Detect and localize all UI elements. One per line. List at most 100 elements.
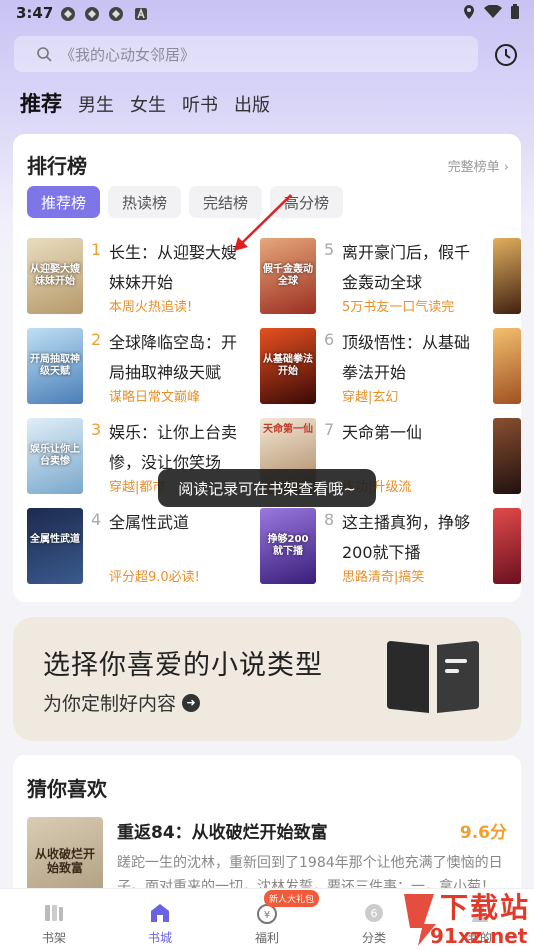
nav-label: 书城 [147,931,172,945]
book-cover: 开局抽取神级天赋 [27,328,83,404]
full-list-link[interactable]: 完整榜单 › [448,156,509,175]
ranking-subtabs: 推荐榜 热读榜 完结榜 高分榜 [27,186,344,218]
book-cover: 从基础拳法开始 [260,328,316,404]
book-title: 长生：从迎娶大嫂妹妹开始 [109,243,238,292]
book-tag: 评分超9.0必读! [109,570,200,585]
book-score: 9.6分 [459,823,507,843]
app-notification-icon [109,7,123,21]
nav-bookstore[interactable]: 书城 [120,889,200,950]
book-title: 全球降临空岛：开局抽取神级天赋 [109,333,238,382]
tab-female[interactable]: 女生 [130,91,166,117]
cover-title: 娱乐让你上台卖惨 [30,444,80,467]
battery-icon [511,4,519,19]
subtab-recommend[interactable]: 推荐榜 [27,186,101,218]
nav-label: 书架 [41,931,66,945]
ranking-book-item[interactable]: 挣够200就下播 8 这主播真狗，挣够200就下播 思路清奇|搞笑 [260,508,490,585]
ranking-card: 排行榜 完整榜单 › 推荐榜 热读榜 完结榜 高分榜 从迎娶大嫂妹妹开始 1 长… [13,134,521,602]
guess-book-title[interactable]: 重返84：从收破烂开始致富 [117,818,328,843]
ranking-title: 排行榜 [27,154,87,178]
a-notification-icon [135,7,147,20]
cover-title: 从迎娶大嫂妹妹开始 [30,264,80,287]
book-title: 顶级悟性：从基础拳法开始 [342,333,471,382]
cover-title: 从基础拳法开始 [263,354,313,377]
cover-title: 天命第一仙 [263,424,313,435]
rank-number: 6 [324,330,335,349]
toast-message: 阅读记录可在书架查看哦~ [158,469,376,507]
subtab-finished[interactable]: 完结榜 [189,186,263,218]
rank-number: 7 [324,420,335,439]
book-cover: 从迎娶大嫂妹妹开始 [27,238,83,314]
chevron-right-icon: › [503,160,509,175]
svg-text:6: 6 [371,907,378,920]
search-placeholder: 《我的心动女邻居》 [60,45,196,64]
cover-title: 全属性武道 [30,534,80,545]
book-cover: 娱乐让你上台卖惨 [27,418,83,494]
rank-number: 1 [91,240,102,259]
book-tag: 谋略日常文巅峰 [109,390,201,405]
ranking-book-item[interactable]: 开局抽取神级天赋 2 全球降临空岛：开局抽取神级天赋 谋略日常文巅峰 [27,328,257,405]
search-icon [37,47,52,62]
status-bar: 3:47 [0,0,534,28]
cover-title: 假千金轰动全球 [263,264,313,287]
rank-number: 4 [91,510,102,529]
book-tag: 穿越|都市 [109,480,166,495]
genre-banner[interactable]: 选择你喜爱的小说类型 为你定制好内容 ➜ [13,617,521,741]
ranking-book-item[interactable]: 从基础拳法开始 6 顶级悟性：从基础拳法开始 穿越|玄幻 [260,328,490,405]
book-title: 天命第一仙 [342,423,423,442]
app-notification-icon [85,7,99,21]
arrow-right-icon: ➜ [182,693,201,712]
location-icon [464,5,474,19]
book-title: 这主播真狗，挣够200就下播 [342,513,471,562]
book-cover: 假千金轰动全球 [260,238,316,314]
full-list-label: 完整榜单 [447,160,500,175]
history-icon[interactable] [493,42,519,68]
ranking-book-item[interactable]: 全属性武道 4 全属性武道 评分超9.0必读! [27,508,257,585]
search-input[interactable]: 《我的心动女邻居》 [14,36,478,72]
tab-male[interactable]: 男生 [78,91,114,117]
tab-audiobook[interactable]: 听书 [182,91,218,117]
book-cover-partial[interactable] [493,238,521,314]
ranking-book-item[interactable]: 假千金轰动全球 5 离开豪门后，假千金轰动全球 5万书友一口气读完 [260,238,490,315]
bookstore-icon [151,904,169,922]
book-cover-partial[interactable] [493,418,521,494]
category-icon: 6 [365,904,383,922]
status-time: 3:47 [16,4,54,22]
bookshelf-icon [45,905,63,921]
rank-number: 8 [324,510,335,529]
rank-number: 3 [91,420,102,439]
svg-text:¥: ¥ [264,910,270,921]
rank-number: 5 [324,240,335,259]
tab-recommend[interactable]: 推荐 [20,88,62,118]
book-cover-partial[interactable] [493,328,521,404]
guess-title: 猜你喜欢 [27,777,107,801]
subtab-hot[interactable]: 热读榜 [108,186,182,218]
nav-label: 福利 [254,931,279,945]
genre-banner-subtitle-text: 为你定制好内容 [43,693,177,715]
book-tag: 穿越|玄幻 [342,390,399,405]
open-book-icon [387,641,479,713]
tab-publish[interactable]: 出版 [234,91,270,117]
cover-title: 从收破烂开始致富 [34,847,95,875]
rank-number: 2 [91,330,102,349]
book-tag: 思路清奇|搞笑 [342,570,425,585]
book-title: 离开豪门后，假千金轰动全球 [342,243,471,292]
book-cover-partial[interactable] [493,508,521,584]
category-tabs: 推荐 男生 女生 听书 出版 [20,88,270,118]
book-cover: 挣够200就下播 [260,508,316,584]
new-user-badge: 新人大礼包 [264,890,320,907]
subtab-top-rated[interactable]: 高分榜 [270,186,344,218]
watermark-url: 91xz.net [430,924,528,948]
nav-bookshelf[interactable]: 书架 [14,889,94,950]
wifi-icon [484,5,502,18]
cover-title: 开局抽取神级天赋 [30,354,80,377]
book-tag: 本周火热追读! [109,300,193,315]
watermark-text: 下载站 [440,891,531,924]
book-title: 全属性武道 [109,513,190,532]
app-notification-icon [61,7,75,21]
genre-banner-title: 选择你喜爱的小说类型 [43,650,323,681]
cover-title: 挣够200就下播 [267,534,309,557]
ranking-book-item[interactable]: 从迎娶大嫂妹妹开始 1 长生：从迎娶大嫂妹妹开始 本周火热追读! [27,238,257,315]
book-tag: 5万书友一口气读完 [342,300,455,315]
genre-banner-subtitle: 为你定制好内容 ➜ [43,689,201,716]
book-cover: 全属性武道 [27,508,83,584]
